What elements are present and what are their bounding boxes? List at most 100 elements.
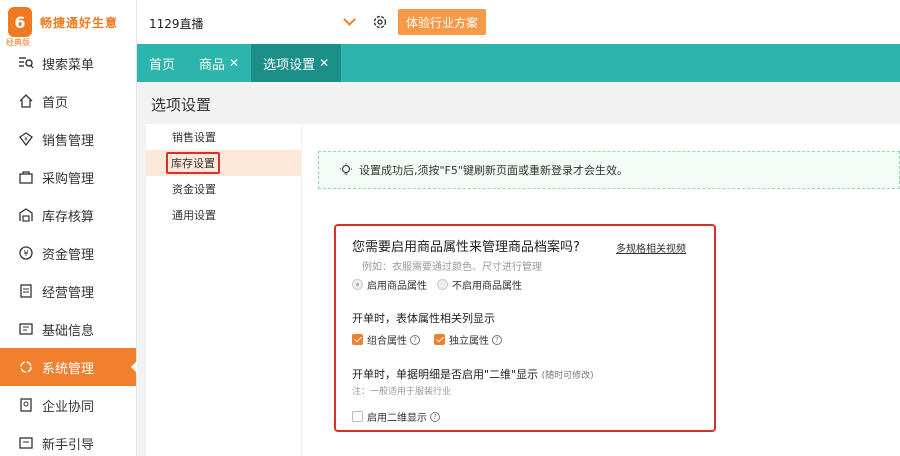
radio-label: 启用商品属性 bbox=[367, 281, 427, 292]
columns-section-title: 开单时，表体属性相关列显示 bbox=[352, 312, 495, 325]
matrix-section-title: 开单时，单据明细是否启用"二维"显示 (随时可修改) bbox=[352, 366, 594, 382]
radio-disable-attribute[interactable]: 不启用商品属性 bbox=[437, 277, 522, 292]
attribute-question: 您需要启用商品属性来管理商品档案吗? bbox=[352, 240, 580, 255]
checkbox-combined-attribute[interactable]: 组合属性 ? bbox=[352, 332, 420, 347]
tab-goods[interactable]: 商品 ✕ bbox=[187, 44, 251, 82]
sidebar-item-label: 新手引导 bbox=[42, 437, 95, 453]
radio-dot[interactable] bbox=[437, 279, 448, 290]
basic-info-icon bbox=[18, 321, 34, 337]
sidebar-item-funds[interactable]: ¥ 资金管理 bbox=[0, 234, 136, 272]
sidebar-item-home[interactable]: 首页 bbox=[0, 82, 136, 120]
highlighted-attribute-settings: 您需要启用商品属性来管理商品档案吗? 多规格相关视频 例如：衣服需要通过颜色、尺… bbox=[334, 224, 716, 432]
sidebar-item-system[interactable]: 系统管理 bbox=[0, 348, 137, 386]
sidebar-item-label: 资金管理 bbox=[42, 247, 95, 263]
tab-bar: 首页 商品 ✕ 选项设置 ✕ bbox=[137, 44, 900, 82]
submenu-item-sales[interactable]: 销售设置 bbox=[146, 124, 301, 150]
sidebar-item-label: 经营管理 bbox=[42, 285, 95, 301]
logo-text: 畅捷通好生意 bbox=[40, 15, 119, 30]
submenu-label: 资金设置 bbox=[172, 183, 216, 196]
sidebar-item-label: 基础信息 bbox=[42, 323, 95, 339]
lightbulb-icon bbox=[339, 163, 353, 177]
sidebar-item-guide[interactable]: 新手引导 bbox=[0, 424, 136, 456]
close-icon[interactable]: ✕ bbox=[319, 56, 329, 70]
sidebar-item-label: 库存核算 bbox=[42, 209, 95, 225]
sidebar-item-inventory[interactable]: 库存核算 bbox=[0, 196, 136, 234]
tab-label: 商品 bbox=[199, 57, 226, 73]
sales-icon: ¥ bbox=[18, 131, 34, 147]
trial-industry-solution-button[interactable]: 体验行业方案 bbox=[398, 9, 486, 35]
sidebar-item-purchase[interactable]: 采购管理 bbox=[0, 158, 136, 196]
checkbox-label: 启用二维显示 bbox=[367, 413, 427, 424]
top-bar: 1129直播 体验行业方案 bbox=[137, 0, 900, 44]
attribute-example: 例如：衣服需要通过颜色、尺寸进行管理 bbox=[362, 262, 542, 273]
svg-text:¥: ¥ bbox=[24, 136, 28, 143]
sidebar-item-search-menu[interactable]: 搜索菜单 bbox=[0, 44, 136, 82]
sidebar: 6 经典版 畅捷通好生意 搜索菜单 首页 ¥ 销售管理 采购管理 库存核算 ¥ … bbox=[0, 0, 137, 456]
collaboration-icon bbox=[18, 397, 34, 413]
sidebar-item-label: 系统管理 bbox=[42, 361, 95, 377]
sidebar-item-label: 企业协同 bbox=[42, 399, 95, 415]
sidebar-item-operations[interactable]: 经营管理 bbox=[0, 272, 136, 310]
help-icon[interactable]: ? bbox=[430, 411, 440, 422]
checkbox-label: 组合属性 bbox=[367, 336, 407, 347]
submenu-item-inventory[interactable]: 库存设置 bbox=[146, 150, 301, 176]
sidebar-item-label: 搜索菜单 bbox=[42, 57, 95, 73]
submenu-item-general[interactable]: 通用设置 bbox=[146, 202, 301, 228]
checkbox-enable-matrix[interactable]: 启用二维显示 ? bbox=[352, 409, 440, 424]
checkbox[interactable] bbox=[352, 411, 363, 422]
page-title: 选项设置 bbox=[151, 96, 212, 114]
home-icon bbox=[18, 93, 34, 109]
system-icon bbox=[18, 359, 34, 375]
logo-mark-text: 6 bbox=[14, 12, 26, 32]
sidebar-item-label: 首页 bbox=[42, 95, 69, 111]
matrix-title-note: (随时可修改) bbox=[541, 371, 594, 381]
close-icon[interactable]: ✕ bbox=[229, 56, 239, 70]
tab-label: 首页 bbox=[149, 57, 176, 73]
submenu-item-funds[interactable]: 资金设置 bbox=[146, 176, 301, 202]
spec-video-link[interactable]: 多规格相关视频 bbox=[616, 240, 686, 255]
radio-enable-attribute[interactable]: 启用商品属性 bbox=[352, 277, 427, 292]
settings-submenu: 销售设置 库存设置 资金设置 通用设置 bbox=[146, 124, 301, 456]
guide-icon bbox=[18, 435, 34, 451]
attribute-radio-group: 启用商品属性 不启用商品属性 bbox=[352, 277, 532, 292]
submenu-label: 通用设置 bbox=[172, 209, 216, 222]
help-icon[interactable]: ? bbox=[410, 334, 420, 345]
submenu-label: 库存设置 bbox=[166, 152, 220, 174]
settings-content: 设置成功后,须按"F5"键刷新页面或重新登录才会生效。 您需要启用商品属性来管理… bbox=[302, 124, 900, 456]
sidebar-item-label: 销售管理 bbox=[42, 133, 95, 149]
help-icon[interactable]: ? bbox=[492, 334, 502, 345]
app-root: 6 经典版 畅捷通好生意 搜索菜单 首页 ¥ 销售管理 采购管理 库存核算 ¥ … bbox=[0, 0, 900, 456]
columns-checkbox-group: 组合属性 ? 独立属性 ? bbox=[352, 332, 516, 347]
chevron-down-icon[interactable] bbox=[343, 13, 356, 26]
matrix-note: 注：一般适用于服装行业 bbox=[352, 387, 452, 397]
checkbox[interactable] bbox=[434, 334, 445, 345]
matrix-checkbox-group: 启用二维显示 ? bbox=[352, 409, 454, 424]
sidebar-menu: 搜索菜单 首页 ¥ 销售管理 采购管理 库存核算 ¥ 资金管理 经营管理 基础信… bbox=[0, 44, 137, 456]
svg-text:¥: ¥ bbox=[23, 249, 28, 258]
submenu-label: 销售设置 bbox=[172, 131, 216, 144]
search-menu-icon bbox=[18, 55, 34, 71]
checkbox[interactable] bbox=[352, 334, 363, 345]
tab-label: 选项设置 bbox=[263, 57, 316, 73]
operations-icon bbox=[18, 283, 34, 299]
logo: 6 经典版 畅捷通好生意 bbox=[0, 0, 136, 47]
radio-label: 不启用商品属性 bbox=[452, 281, 522, 292]
sidebar-item-label: 采购管理 bbox=[42, 171, 95, 187]
sidebar-item-collaboration[interactable]: 企业协同 bbox=[0, 386, 136, 424]
tip-text: 设置成功后,须按"F5"键刷新页面或重新登录才会生效。 bbox=[359, 164, 628, 177]
store-name[interactable]: 1129直播 bbox=[149, 15, 204, 32]
funds-icon: ¥ bbox=[18, 245, 34, 261]
inventory-icon bbox=[18, 207, 34, 223]
tab-option-settings[interactable]: 选项设置 ✕ bbox=[251, 44, 342, 82]
sidebar-item-basic-info[interactable]: 基础信息 bbox=[0, 310, 136, 348]
logo-mark: 6 经典版 bbox=[6, 7, 32, 47]
sidebar-item-sales[interactable]: ¥ 销售管理 bbox=[0, 120, 136, 158]
matrix-title-text: 开单时，单据明细是否启用"二维"显示 bbox=[352, 368, 539, 381]
checkbox-label: 独立属性 bbox=[449, 336, 489, 347]
radio-dot[interactable] bbox=[352, 279, 363, 290]
checkbox-independent-attribute[interactable]: 独立属性 ? bbox=[434, 332, 502, 347]
gear-icon[interactable] bbox=[372, 14, 388, 30]
purchase-icon bbox=[18, 169, 34, 185]
info-tip: 设置成功后,须按"F5"键刷新页面或重新登录才会生效。 bbox=[318, 151, 900, 189]
tab-home[interactable]: 首页 bbox=[137, 44, 187, 82]
